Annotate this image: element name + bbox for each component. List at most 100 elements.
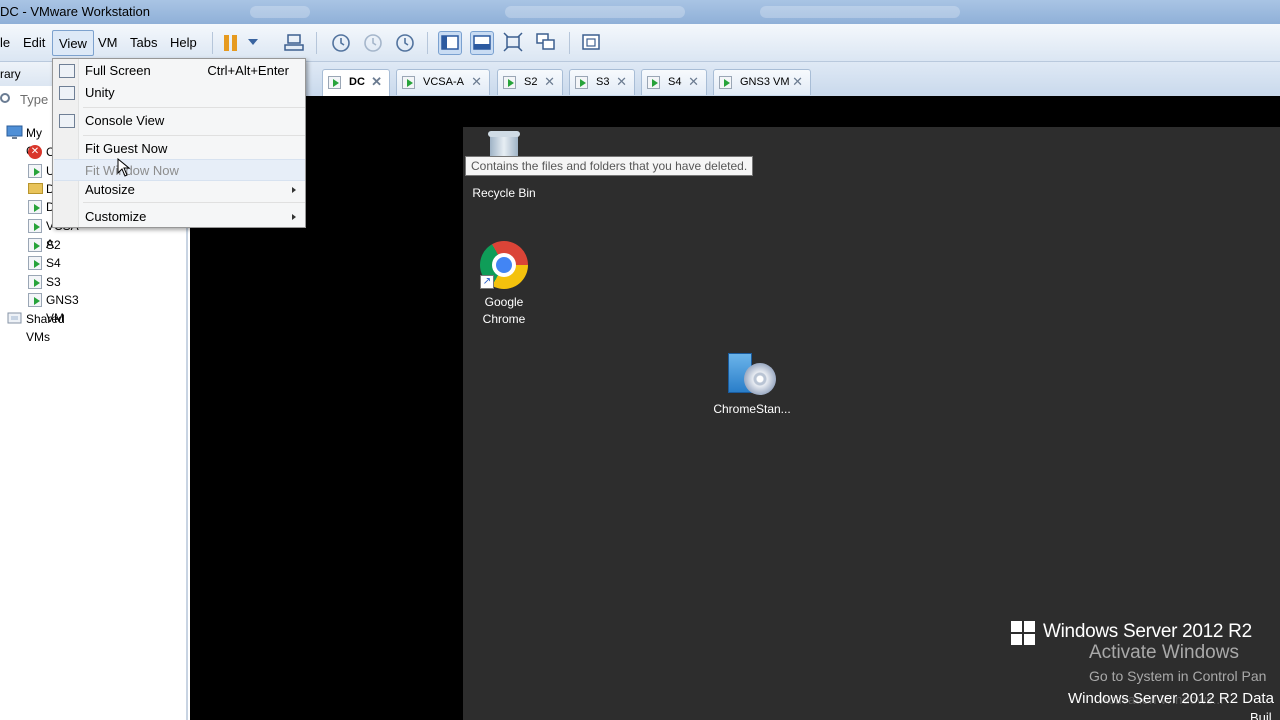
menu-item-unity[interactable]: Unity (54, 82, 305, 104)
show-thumbnail-bar-button[interactable] (470, 31, 494, 55)
computer-icon (6, 125, 23, 139)
vm-icon (28, 200, 42, 214)
close-icon[interactable]: ✕ (616, 74, 627, 90)
toolbar-separator (212, 32, 213, 54)
close-icon[interactable]: ✕ (371, 74, 382, 90)
menu-vm[interactable]: VM (92, 30, 124, 56)
vm-icon (28, 219, 42, 233)
clock-icon (396, 34, 414, 52)
pause-icon[interactable] (224, 35, 238, 51)
clock-icon (332, 34, 350, 52)
close-icon[interactable]: ✕ (471, 74, 482, 90)
menu-file[interactable]: le (0, 30, 16, 56)
full-screen-button[interactable] (502, 31, 526, 55)
tree-item-label: S3 (46, 275, 61, 289)
recycle-bin-lid (488, 131, 520, 137)
tab-s3[interactable]: S3 ✕ (569, 69, 635, 95)
menu-view[interactable]: View (52, 30, 94, 56)
vm-icon (647, 76, 660, 89)
menu-bar: le Edit View VM Tabs Help (0, 24, 1280, 62)
tab-dc[interactable]: DC ✕ (322, 69, 390, 97)
menu-tabs[interactable]: Tabs (124, 30, 163, 56)
toolbar-separator (569, 32, 570, 54)
menu-edit[interactable]: Edit (17, 30, 51, 56)
menu-item-customize[interactable]: Customize (54, 206, 305, 228)
recycle-bin-label[interactable]: Recycle Bin (464, 186, 544, 200)
menu-item-autosize[interactable]: Autosize (54, 179, 305, 201)
vm-icon (575, 76, 588, 89)
tab-s2[interactable]: S2 ✕ (497, 69, 563, 95)
title-bar-ghost (505, 6, 685, 18)
chrome-label[interactable]: Google Chrome (464, 294, 544, 328)
tab-label: S2 (524, 76, 538, 88)
tab-vcsa-a[interactable]: VCSA-A ✕ (396, 69, 490, 95)
submenu-arrow-icon (292, 214, 296, 220)
view-menu: Full Screen Ctrl+Alt+Enter Unity Console… (52, 58, 306, 228)
close-icon[interactable]: ✕ (688, 74, 699, 90)
vm-icon (28, 164, 42, 178)
menu-item-label: Autosize (85, 182, 135, 197)
show-library-button[interactable] (438, 31, 462, 55)
windows-server-brand: Windows Server 2012 R2 (1043, 621, 1252, 642)
close-icon[interactable]: ✕ (792, 74, 803, 90)
windows-logo-icon (1011, 621, 1035, 645)
unity-button[interactable] (534, 31, 558, 55)
library-icon (441, 35, 459, 50)
vm-icon (28, 238, 42, 252)
network-icon (284, 34, 304, 51)
tab-label: DC (349, 76, 365, 88)
menu-item-fit-window-now[interactable]: Fit Window Now (54, 159, 305, 181)
activate-windows-text: Activate Windows (1089, 642, 1239, 663)
console-view-icon (582, 34, 600, 50)
revert-snapshot-button[interactable] (361, 31, 385, 55)
submenu-arrow-icon (292, 187, 296, 193)
send-ctrl-alt-del-button[interactable] (282, 31, 306, 55)
tree-item-label: Shared VMs (26, 312, 65, 344)
shortcut-arrow-icon: ↗ (480, 275, 494, 289)
menu-help[interactable]: Help (164, 30, 203, 56)
fullscreen-icon (59, 64, 75, 78)
chromestandalone-label[interactable]: ChromeStan... (702, 402, 802, 416)
search-icon (0, 93, 10, 103)
search-input[interactable]: Type (20, 92, 48, 107)
tab-label: VCSA-A (423, 76, 464, 88)
vm-icon (28, 275, 42, 289)
title-bar-ghost (760, 6, 960, 18)
library-title: rary (0, 67, 21, 81)
chrome-icon-core (496, 257, 512, 273)
clock-icon (364, 34, 382, 52)
window-title: DC - VMware Workstation (0, 4, 151, 19)
tab-gns3-vm[interactable]: GNS3 VM ✕ (713, 69, 811, 95)
tree-item-label: S4 (46, 256, 61, 270)
close-icon[interactable]: ✕ (544, 74, 555, 90)
menu-item-console-view[interactable]: Console View (54, 110, 305, 132)
recycle-bin-tooltip: Contains the files and folders that you … (465, 156, 754, 176)
folder-icon (28, 183, 43, 194)
activate-windows-hint: Go to System in Control Pan (1089, 668, 1267, 684)
tab-s4[interactable]: S4 ✕ (641, 69, 707, 95)
toolbar-separator (427, 32, 428, 54)
tab-label: S3 (596, 76, 610, 88)
tree-item-label: S2 (46, 238, 61, 252)
windows-edition-text: Windows Server 2012 R2 Data (1068, 690, 1274, 707)
vm-icon (402, 76, 415, 89)
snapshot-manager-button[interactable] (393, 31, 417, 55)
menu-item-label: Fit Guest Now (85, 141, 168, 156)
vm-icon (28, 293, 42, 307)
menu-item-full-screen[interactable]: Full Screen Ctrl+Alt+Enter (54, 60, 305, 82)
menu-item-fit-guest-now[interactable]: Fit Guest Now (54, 138, 305, 160)
vm-icon (503, 76, 516, 89)
vm-icon (28, 256, 42, 270)
chevron-down-icon[interactable] (248, 39, 258, 45)
toolbar-separator (316, 32, 317, 54)
tab-label: GNS3 VM (740, 76, 790, 88)
snapshot-button[interactable] (329, 31, 353, 55)
installer-icon[interactable] (728, 349, 778, 399)
title-bar-ghost (250, 6, 310, 18)
mouse-cursor-icon (117, 158, 131, 177)
console-view-icon (59, 114, 75, 128)
console-view-button[interactable] (580, 31, 604, 55)
fullscreen-icon (503, 32, 523, 52)
tab-label: S4 (668, 76, 682, 88)
unity-icon (536, 33, 555, 50)
